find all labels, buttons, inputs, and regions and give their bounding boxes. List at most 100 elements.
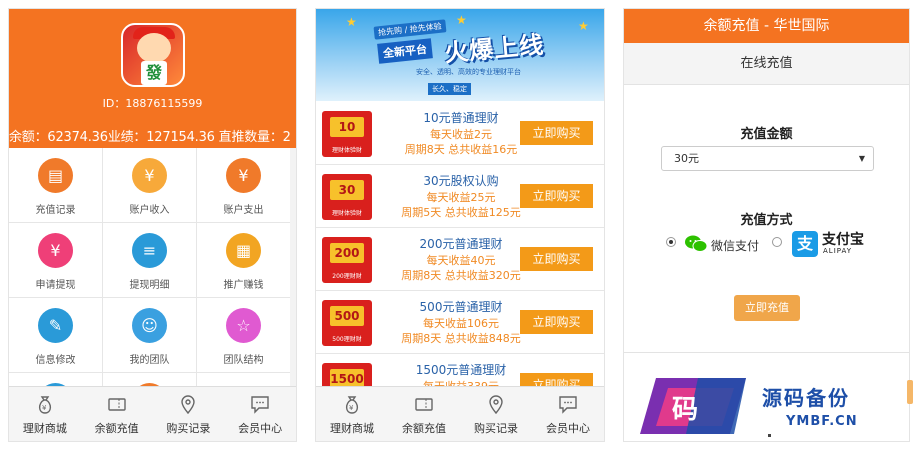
location-pin-icon	[489, 395, 503, 415]
tab-label: 余额充值	[94, 422, 139, 435]
alipay-icon: 支	[792, 231, 818, 257]
grid-item-label: 我的团队	[129, 355, 170, 366]
tab-item[interactable]: 余额充值	[388, 387, 460, 441]
member-center-panel: 發 ID：18876115599 余额：62374.36业绩：127154.36…	[8, 8, 297, 442]
alipay-radio[interactable]	[772, 237, 782, 247]
tab-item[interactable]: 购买记录	[460, 387, 532, 441]
alipay-en-label: ALIPAY	[823, 247, 853, 255]
product-row: 200 200理财财 200元普通理财 每天收益40元 周期8天 总共收益320元 立即购…	[316, 227, 604, 291]
section-header: 在线充值	[624, 43, 909, 85]
amount-label: 充值金额	[740, 127, 793, 142]
svg-text:¥: ¥	[42, 404, 47, 412]
banner-small-tag: 抢先购 / 抢先体验	[373, 19, 447, 40]
product-row: 10 理财体验财 10元普通理财 每天收益2元周期8天 总共收益16元 立即购买	[316, 101, 604, 165]
money-bag-icon: ¥	[38, 396, 51, 414]
tab-item[interactable]: 购买记录	[153, 387, 225, 441]
grid-item[interactable]: ☆ 团队结构	[197, 298, 291, 373]
tab-label: 会员中心	[546, 422, 590, 435]
tab-item[interactable]: ¥ 理财商城	[9, 387, 81, 441]
product-name: 500元普通理财	[419, 300, 503, 314]
ticket-icon	[107, 398, 126, 411]
grid-item[interactable]: ☺ 我的团队	[103, 298, 197, 373]
product-badge: 10 理财体验财	[322, 111, 372, 157]
grid-item[interactable]: ▦ 推广赚钱	[197, 223, 291, 298]
grid-item-label: 信息修改	[35, 355, 76, 366]
grid-item[interactable]: ¥ 账户收入	[103, 148, 197, 223]
location-pin-icon	[181, 395, 196, 415]
product-badge-amount: 500	[330, 306, 364, 326]
product-daily-income: 每天收益25元	[426, 191, 496, 204]
wechat-pay-label: 微信支付	[711, 239, 760, 253]
tab-item[interactable]: ¥ 理财商城	[316, 387, 388, 441]
document-icon: ▤	[38, 158, 73, 193]
tab-label: 会员中心	[238, 422, 283, 435]
grid-item-label: 充值记录	[35, 205, 76, 216]
user-id: ID：18876115599	[102, 97, 203, 110]
grid-item[interactable]: ¥ 账户支出	[197, 148, 291, 223]
wechat-icon	[685, 235, 707, 252]
promo-banner[interactable]: ★ ★ ★ 抢先购 / 抢先体验 全新平台 火爆上线 安全、透明、高效的专业理财…	[316, 9, 604, 101]
recharge-form: 充值金额 30元 ▼ 充值方式 微信支付 支 支付宝 ALIPAY 立即充值	[624, 85, 909, 353]
product-cycle: 周期8天 总共收益16元	[404, 143, 518, 156]
banner-bottom-tag: 长久、稳定	[428, 83, 471, 95]
product-badge-caption: 500理财财	[332, 336, 362, 343]
recharge-submit-button[interactable]: 立即充值	[734, 295, 800, 321]
grid-item-label: 团队结构	[223, 355, 264, 366]
product-daily-income: 每天收益2元	[430, 128, 492, 141]
watermark-logo: 码	[640, 378, 746, 434]
buy-now-button[interactable]: 立即购买	[520, 310, 593, 334]
banner-left-tag: 全新平台	[377, 38, 433, 64]
product-badge-amount: 200	[330, 243, 364, 263]
income-icon: ¥	[132, 158, 167, 193]
caret-down-icon: ▼	[858, 154, 865, 163]
grid-item-label: 账户收入	[129, 205, 170, 216]
grid-item-label: 推广赚钱	[223, 280, 264, 291]
product-badge-caption: 理财体验财	[331, 147, 362, 154]
amount-select[interactable]: 30元 ▼	[661, 146, 874, 171]
tab-label: 理财商城	[330, 422, 374, 435]
tab-label: 购买记录	[166, 422, 211, 435]
tab-label: 理财商城	[22, 422, 67, 435]
star-icon: ★	[456, 13, 467, 27]
grid-item[interactable]: ▤ 充值记录	[9, 148, 103, 223]
buy-now-button[interactable]: 立即购买	[520, 184, 593, 208]
qrcode-icon: ▦	[226, 233, 261, 268]
buy-now-button[interactable]: 立即购买	[520, 247, 593, 271]
grid-item-label: 账户支出	[223, 205, 264, 216]
scrollbar-track	[290, 148, 296, 398]
svg-text:¥: ¥	[349, 404, 354, 412]
money-bag-icon: ¥	[226, 158, 261, 193]
team-icon: ☺	[132, 308, 167, 343]
buy-now-button[interactable]: 立即购买	[520, 121, 593, 145]
grid-item[interactable]: ≡ 提现明细	[103, 223, 197, 298]
product-cycle: 周期8天 总共收益320元	[401, 269, 521, 282]
chat-icon	[559, 396, 577, 414]
bottom-tabbar: ¥ 理财商城 余额充值 购买记录 会员中心	[9, 386, 296, 441]
product-cycle: 周期8天 总共收益848元	[401, 332, 521, 345]
svg-text:码: 码	[672, 395, 698, 425]
product-cycle: 周期5天 总共收益125元	[401, 206, 521, 219]
withdraw-bag-icon: ¥	[38, 233, 73, 268]
product-mall-panel: ★ ★ ★ 抢先购 / 抢先体验 全新平台 火爆上线 安全、透明、高效的专业理财…	[315, 8, 605, 442]
tab-item[interactable]: 会员中心	[532, 387, 604, 441]
banner-subtext: 安全、透明、高效的专业理财平台	[416, 68, 521, 76]
product-name: 10元普通理财	[423, 111, 499, 125]
product-badge-caption: 理财体验财	[331, 210, 362, 217]
watermark: 码 源码备份 YMBF.CN	[638, 374, 908, 444]
product-badge: 500 500理财财	[322, 300, 372, 346]
product-row: 500 500理财财 500元普通理财 每天收益106元周期8天 总共收益848元 立即…	[316, 290, 604, 354]
grid-item[interactable]: ¥ 申请提现	[9, 223, 103, 298]
product-name: 200元普通理财	[419, 237, 503, 251]
product-badge: 200 200理财财	[322, 237, 372, 283]
watermark-text: 源码备份	[762, 386, 850, 410]
app-logo: 發	[121, 23, 185, 87]
product-daily-income: 每天收益106元	[423, 317, 499, 330]
tab-item[interactable]: 余额充值	[81, 387, 153, 441]
banner-headline: 火爆上线	[443, 30, 546, 68]
edit-icon: ✎	[38, 308, 73, 343]
edge-mark	[907, 380, 913, 404]
tab-item[interactable]: 会员中心	[224, 387, 296, 441]
wechat-radio[interactable]	[666, 237, 676, 247]
tab-label: 余额充值	[402, 422, 446, 435]
grid-item[interactable]: ✎ 信息修改	[9, 298, 103, 373]
